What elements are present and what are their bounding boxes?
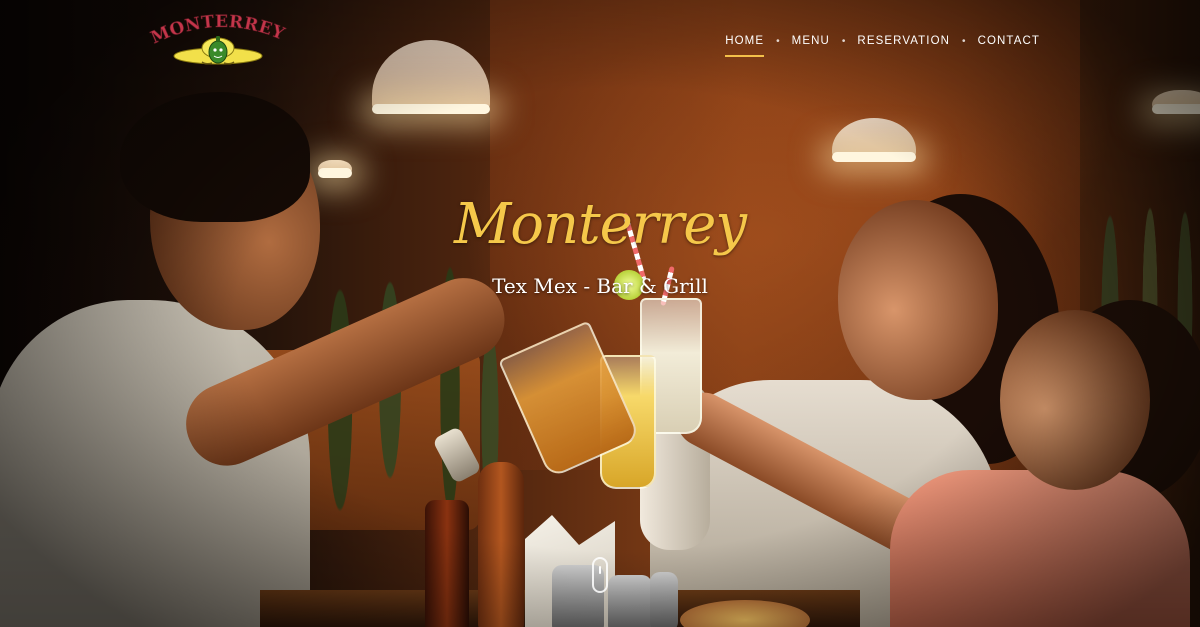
nav-contact-link[interactable]: CONTACT — [966, 34, 1052, 48]
pendant-lamp — [372, 40, 490, 114]
site-logo[interactable]: MONTERREY — [148, 10, 288, 74]
photo-man-body — [0, 300, 310, 627]
main-nav: HOME • MENU • RESERVATION • CONTACT — [713, 34, 1052, 57]
mouse-scroll-icon[interactable] — [592, 557, 608, 593]
hero-section: MONTERREY HOME • MENU • RESERVATION • CO… — [0, 0, 1200, 627]
scroll-wheel — [599, 566, 601, 574]
photo-pepper-mill — [478, 462, 524, 627]
nav-reservation-link[interactable]: RESERVATION — [845, 34, 962, 48]
photo-girl-body — [890, 470, 1190, 627]
photo-girl-head — [1000, 310, 1150, 490]
nav-menu-link[interactable]: MENU — [780, 34, 842, 48]
hero-title: Monterrey — [453, 192, 747, 257]
nav-home-link[interactable]: HOME — [713, 34, 776, 57]
hero-subtitle: Tex Mex - Bar & Grill — [492, 274, 708, 298]
photo-bottle — [425, 500, 469, 627]
photo-condiment-jar — [608, 575, 652, 627]
sombrero-pepper-icon — [173, 36, 263, 65]
pendant-lamp — [318, 160, 352, 178]
pendant-lamp — [1152, 90, 1200, 114]
photo-condiment-jar — [650, 572, 678, 627]
pendant-lamp — [832, 118, 916, 162]
